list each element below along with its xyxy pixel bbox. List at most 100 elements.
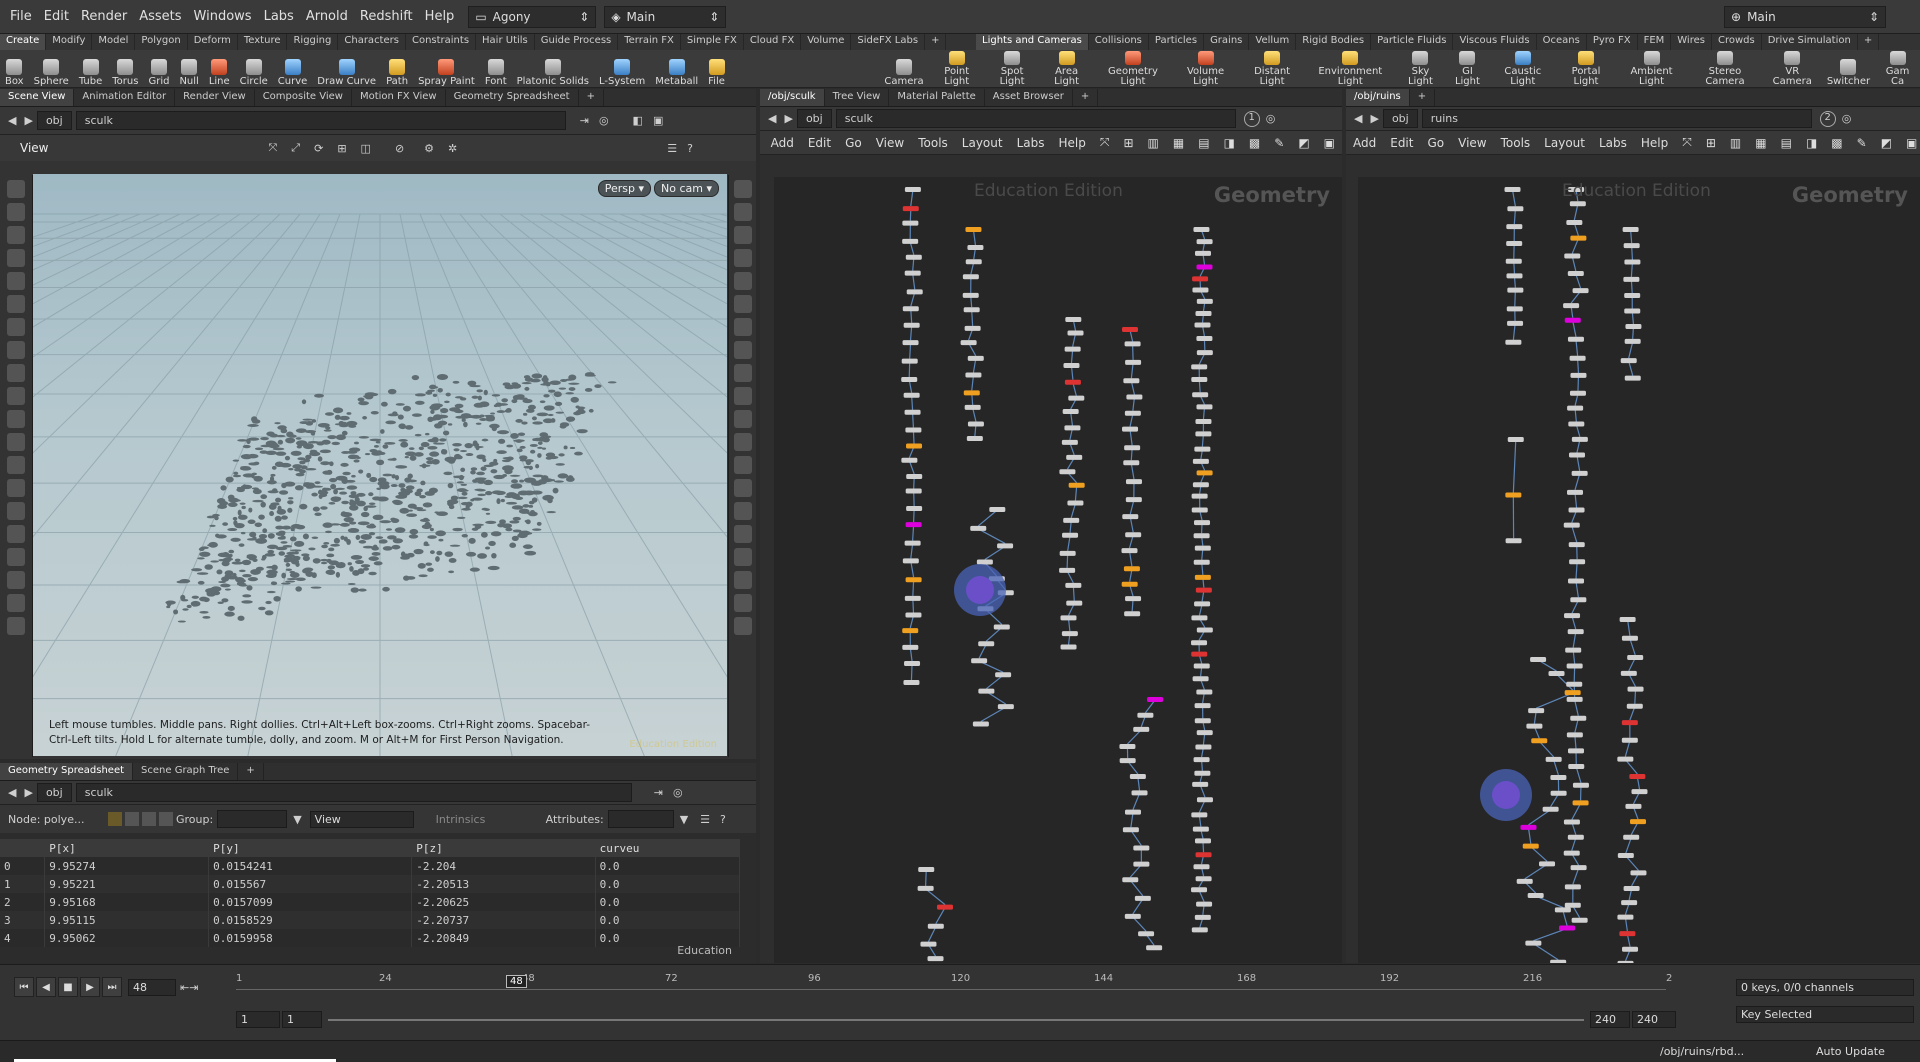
right-desktop-dropdown[interactable]: ⊕ Main ⇕	[1724, 5, 1886, 28]
table-row[interactable]: 3 9.95115 0.0158529 -2.20737 0.0	[0, 911, 741, 929]
shelf-tool-tube[interactable]: Tube	[74, 51, 107, 87]
network-node[interactable]	[1617, 756, 1634, 762]
viewport-tool-button[interactable]	[7, 433, 25, 451]
network-node[interactable]	[965, 259, 982, 265]
network-node[interactable]	[1505, 492, 1522, 498]
network-node[interactable]	[1196, 797, 1213, 803]
viewport-tool-button[interactable]	[7, 456, 25, 474]
network-node[interactable]	[1624, 338, 1641, 344]
play-reverse-icon[interactable]: ◀	[36, 977, 56, 997]
network-node[interactable]	[1570, 597, 1587, 603]
network-node[interactable]	[1196, 470, 1213, 476]
network-node[interactable]	[1527, 893, 1544, 899]
shelf-tool-switcher[interactable]: Switcher	[1822, 51, 1875, 87]
network-node[interactable]	[1191, 640, 1208, 646]
network-node[interactable]	[1062, 532, 1079, 538]
view-dropdown[interactable]: View	[309, 810, 414, 828]
path-sculk[interactable]: sculk	[75, 783, 632, 802]
network-node[interactable]	[1067, 500, 1084, 506]
spreadsheet-tab[interactable]: Geometry Spreadsheet	[0, 763, 134, 780]
forward-arrow-icon[interactable]: ▶	[24, 114, 32, 127]
net-menu-edit[interactable]: Edit	[1383, 136, 1420, 150]
filter-icon[interactable]: ▼	[680, 813, 688, 826]
network-node[interactable]	[1059, 469, 1076, 475]
shelf-tool-path[interactable]: Path	[381, 51, 413, 87]
network-node[interactable]	[905, 522, 922, 528]
network-node[interactable]	[1059, 567, 1076, 573]
network-node[interactable]	[1061, 631, 1078, 637]
play-icon[interactable]: ▶	[80, 977, 100, 997]
path-obj[interactable]: obj	[1382, 109, 1418, 128]
network-node[interactable]	[963, 390, 980, 396]
network-node[interactable]	[1554, 907, 1571, 913]
playback-end-field[interactable]: 240	[1590, 1011, 1630, 1028]
network-node[interactable]	[997, 543, 1014, 549]
shelf-tool-camera[interactable]: Camera	[879, 51, 928, 87]
shelf-tool-sky-light[interactable]: Sky Light	[1395, 51, 1445, 87]
network-node[interactable]	[1133, 845, 1150, 851]
network-node[interactable]	[962, 292, 979, 298]
shelf-tool-file[interactable]: File	[703, 51, 730, 87]
shelf-tab[interactable]: Cloud FX	[744, 34, 802, 50]
menu-windows[interactable]: Windows	[188, 9, 258, 24]
shelf-tool-ambient-light[interactable]: Ambient Light	[1616, 51, 1687, 87]
network-node[interactable]	[976, 559, 993, 565]
scene-tab[interactable]: Motion FX View	[352, 89, 446, 106]
shelf-tab[interactable]: Characters	[338, 34, 406, 50]
help-icon[interactable]: ?	[720, 813, 726, 826]
network-node[interactable]	[1566, 732, 1583, 738]
network-node[interactable]	[1572, 288, 1589, 294]
column-header[interactable]: P[y]	[208, 839, 413, 857]
net1-tab[interactable]: Material Palette	[889, 89, 985, 106]
display-option-button[interactable]	[733, 249, 752, 267]
shelf-tab[interactable]: Model	[92, 34, 136, 50]
shelf-tab[interactable]: Viscous Fluids	[1453, 34, 1537, 50]
shelf-tool-stereo-camera[interactable]: Stereo Camera	[1687, 51, 1763, 87]
shelf-tab[interactable]: Deform	[188, 34, 238, 50]
net-tool-icon[interactable]: ◩	[1291, 136, 1316, 150]
network-node[interactable]	[1063, 517, 1080, 523]
network-node[interactable]	[1191, 364, 1208, 370]
shelf-tab[interactable]: Texture	[238, 34, 288, 50]
network-node[interactable]	[918, 867, 935, 872]
network-node[interactable]	[1569, 355, 1586, 361]
path-obj[interactable]: obj	[796, 109, 832, 128]
network-node[interactable]	[1137, 712, 1154, 718]
update-mode[interactable]: Auto Update	[1816, 1045, 1885, 1058]
network-node[interactable]	[1631, 789, 1648, 795]
viewport-tool-button[interactable]	[7, 387, 25, 405]
shelf-tool-platonic-solids[interactable]: Platonic Solids	[512, 51, 594, 87]
table-row[interactable]: 2 9.95168 0.0157099 -2.20625 0.0	[0, 893, 741, 911]
shelf-tool-circle[interactable]: Circle	[235, 51, 273, 87]
network-node[interactable]	[902, 306, 919, 312]
range-start-field[interactable]: 1	[236, 1011, 280, 1028]
status-path[interactable]: /obj/ruins/rbd...	[1660, 1045, 1744, 1058]
shelf-tab[interactable]: +	[1858, 34, 1880, 50]
network-node[interactable]	[1194, 545, 1211, 551]
net2-tab[interactable]: +	[1410, 89, 1436, 106]
network-node[interactable]	[1564, 253, 1581, 259]
menu-redshift[interactable]: Redshift	[354, 9, 419, 24]
network-node[interactable]	[1119, 743, 1136, 749]
network-node[interactable]	[1194, 574, 1211, 580]
display-option-button[interactable]	[733, 341, 752, 359]
shelf-tool-metaball[interactable]: Metaball	[650, 51, 703, 87]
shelf-tab[interactable]: SideFX Labs	[851, 34, 926, 50]
network-node[interactable]	[1121, 581, 1138, 587]
network-node[interactable]	[1194, 601, 1211, 607]
network-node[interactable]	[1568, 542, 1585, 548]
scene-tab[interactable]: Animation Editor	[74, 89, 176, 106]
network-node[interactable]	[971, 658, 988, 664]
primitives-icon[interactable]	[142, 812, 156, 826]
3d-viewport[interactable]: Persp ▾ No cam ▾ Left mouse tumbles. Mid…	[33, 174, 727, 756]
view-menu[interactable]: View	[20, 141, 48, 155]
network-node[interactable]	[1191, 377, 1208, 383]
network-node[interactable]	[906, 443, 923, 449]
network-node[interactable]	[1195, 744, 1212, 750]
network-node[interactable]	[1568, 578, 1585, 584]
network-node[interactable]	[1133, 726, 1150, 732]
network-node[interactable]	[1622, 227, 1639, 232]
shelf-tool-box[interactable]: Box	[0, 51, 29, 87]
network-node[interactable]	[1192, 287, 1209, 293]
display-option-button[interactable]	[733, 318, 752, 336]
